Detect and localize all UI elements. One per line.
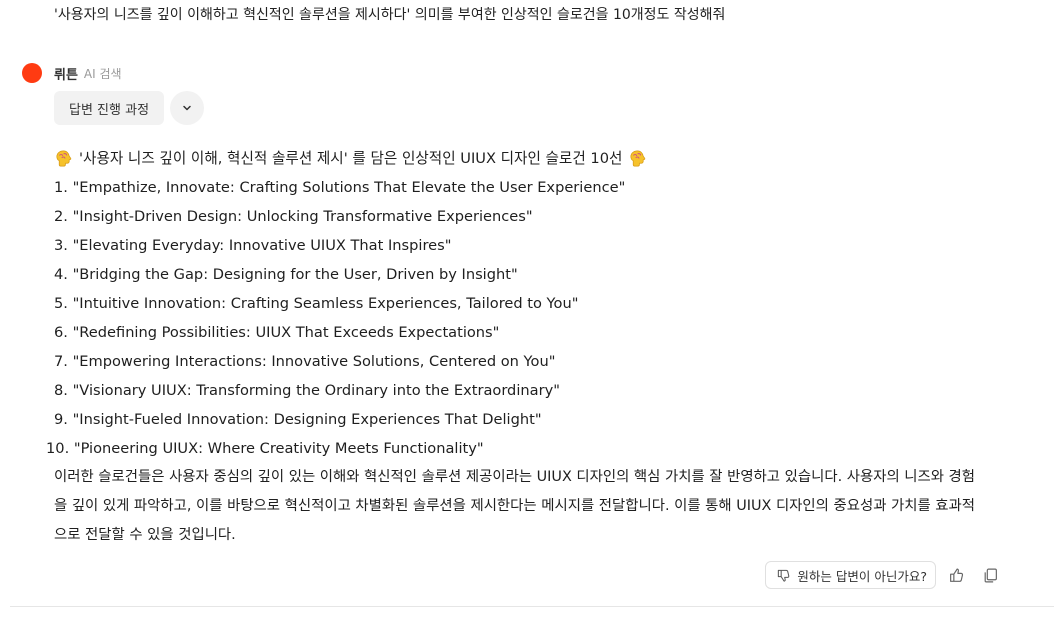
bot-avatar: [22, 63, 42, 83]
copy-button[interactable]: [976, 561, 1004, 589]
answer-title-text: '사용자 니즈 깊이 이해, 혁신적 솔루션 제시' 를 담은 인상적인 UIU…: [79, 150, 623, 167]
slogan-number: 5.: [54, 295, 68, 312]
slogan-item: 7. "Empowering Interactions: Innovative …: [54, 347, 1004, 376]
slogan-text: "Elevating Everyday: Innovative UIUX Tha…: [72, 237, 452, 254]
slogan-item: 2. "Insight-Driven Design: Unlocking Tra…: [54, 202, 1004, 231]
copy-icon: [982, 567, 999, 584]
not-wanted-answer-button[interactable]: 원하는 답변이 아닌가요?: [765, 561, 936, 589]
chat-page: '사용자의 니즈를 깊이 이해하고 혁신적인 솔루션을 제시하다' 의미를 부여…: [0, 0, 1054, 622]
slogan-item: 4. "Bridging the Gap: Designing for the …: [54, 260, 1004, 289]
slogan-number: 3.: [54, 237, 68, 254]
slogan-number: 8.: [54, 382, 68, 399]
process-row: 답변 진행 과정: [54, 91, 205, 125]
thumbs-up-icon: [948, 567, 965, 584]
slogan-number: 4.: [54, 266, 68, 283]
slogan-text: "Insight-Driven Design: Unlocking Transf…: [72, 208, 533, 225]
brain-emoji-icon: [628, 149, 647, 168]
slogan-item: 9. "Insight-Fueled Innovation: Designing…: [54, 405, 1004, 434]
slogan-item: 1. "Empathize, Innovate: Crafting Soluti…: [54, 173, 1004, 202]
brain-emoji-icon: [54, 149, 73, 168]
slogan-number: 2.: [54, 208, 68, 225]
bot-header: 뤼튼 AI 검색: [22, 62, 122, 84]
user-question: '사용자의 니즈를 깊이 이해하고 혁신적인 솔루션을 제시하다' 의미를 부여…: [54, 7, 726, 23]
slogan-number: 6.: [54, 324, 68, 341]
slogan-list: 1. "Empathize, Innovate: Crafting Soluti…: [46, 173, 1004, 463]
summary-line: 을 깊이 있게 파악하고, 이를 바탕으로 혁신적이고 차별화된 솔루션을 제시…: [54, 498, 976, 514]
slogan-number: 9.: [54, 411, 68, 428]
slogan-text: "Intuitive Innovation: Crafting Seamless…: [72, 295, 579, 312]
slogan-text: "Empathize, Innovate: Crafting Solutions…: [72, 179, 626, 196]
slogan-text: "Redefining Possibilities: UIUX That Exc…: [72, 324, 500, 341]
slogan-item: 5. "Intuitive Innovation: Crafting Seaml…: [54, 289, 1004, 318]
answer-title: '사용자 니즈 깊이 이해, 혁신적 솔루션 제시' 를 담은 인상적인 UIU…: [54, 144, 1004, 173]
like-button[interactable]: [942, 561, 970, 589]
slogan-text: "Insight-Fueled Innovation: Designing Ex…: [72, 411, 542, 428]
summary-line: 이러한 슬로건들은 사용자 중심의 깊이 있는 이해와 혁신적인 솔루션 제공이…: [54, 469, 976, 485]
not-wanted-answer-label: 원하는 답변이 아닌가요?: [797, 568, 927, 584]
bot-tag: AI 검색: [83, 66, 122, 81]
slogan-item: 3. "Elevating Everyday: Innovative UIUX …: [54, 231, 1004, 260]
divider: [10, 606, 1054, 607]
slogan-number: 7.: [54, 353, 68, 370]
feedback-row: 원하는 답변이 아닌가요?: [765, 561, 1004, 589]
answer-body: '사용자 니즈 깊이 이해, 혁신적 솔루션 제시' 를 담은 인상적인 UIU…: [46, 144, 1004, 550]
expand-process-button[interactable]: [170, 91, 205, 125]
answer-process-button[interactable]: 답변 진행 과정: [54, 91, 165, 125]
slogan-item: 10. "Pioneering UIUX: Where Creativity M…: [46, 434, 1004, 463]
chevron-down-icon: [181, 102, 193, 114]
slogan-text: "Empowering Interactions: Innovative Sol…: [72, 353, 556, 370]
answer-summary: 이러한 슬로건들은 사용자 중심의 깊이 있는 이해와 혁신적인 솔루션 제공이…: [54, 463, 1004, 550]
slogan-text: "Pioneering UIUX: Where Creativity Meets…: [73, 440, 484, 457]
bot-name: 뤼튼: [54, 67, 78, 83]
slogan-text: "Visionary UIUX: Transforming the Ordina…: [72, 382, 560, 399]
slogan-text: "Bridging the Gap: Designing for the Use…: [72, 266, 518, 283]
thumbs-down-icon: [776, 568, 791, 583]
summary-line: 으로 전달할 수 있을 것입니다.: [54, 527, 236, 543]
slogan-number: 10.: [46, 440, 70, 457]
slogan-number: 1.: [54, 179, 68, 196]
slogan-item: 8. "Visionary UIUX: Transforming the Ord…: [54, 376, 1004, 405]
slogan-item: 6. "Redefining Possibilities: UIUX That …: [54, 318, 1004, 347]
